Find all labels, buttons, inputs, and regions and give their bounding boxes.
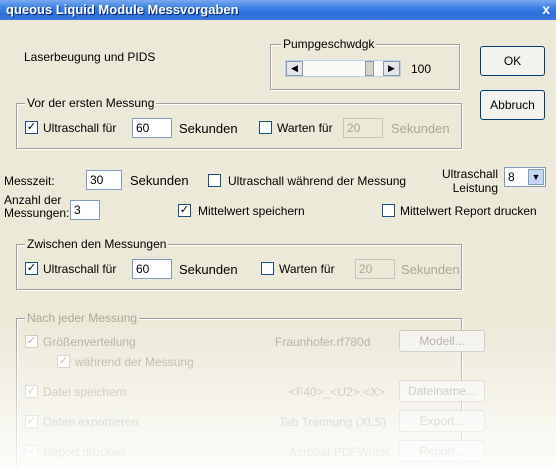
export-format: Tab Trennung (XLS) — [279, 415, 387, 429]
save-file-pattern: <F40>_<U2>.<X> — [289, 385, 386, 399]
ultrasound-before-label: Ultraschall für — [43, 121, 117, 135]
before-group-legend: Vor der ersten Messung — [25, 96, 157, 110]
measure-time-unit: Sekunden — [130, 173, 189, 188]
mean-save-checkbox[interactable]: ✓ — [178, 204, 191, 217]
scroll-right-icon[interactable]: ▶ — [383, 61, 400, 76]
before-first-measurement-group: Vor der ersten Messung ✓ Ultraschall für… — [16, 96, 462, 149]
wait-before-checkbox[interactable] — [259, 121, 272, 134]
between-group-legend: Zwischen den Messungen — [25, 237, 169, 251]
ultrasound-before-seconds-input[interactable]: 60 — [132, 118, 172, 138]
size-distribution-checkbox[interactable]: ✓ — [25, 335, 38, 348]
export-data-checkbox[interactable]: ✓ — [25, 415, 38, 428]
pump-speed-group: Pumpgeschwdgk ◀ ▶ 100 — [270, 37, 460, 90]
measurement-settings-dialog: queous Liquid Module Messvorgaben x Lase… — [0, 0, 556, 468]
print-report-label: Report drucken — [43, 445, 126, 459]
during-measurement-label: während der Messung — [75, 355, 194, 369]
export-data-label: Daten exportieren — [43, 415, 139, 429]
wait-before-seconds-input[interactable]: 20 — [343, 118, 383, 138]
scroll-left-icon[interactable]: ◀ — [286, 61, 303, 76]
size-distribution-label: Größenverteilung — [43, 335, 136, 349]
pump-speed-slider[interactable]: ◀ ▶ — [285, 60, 401, 77]
measure-count-label: Anzahl der Messungen: — [4, 193, 70, 220]
ultrasound-between-label: Ultraschall für — [43, 262, 117, 276]
during-measurement-checkbox[interactable]: ✓ — [57, 355, 70, 368]
chevron-down-icon[interactable]: ▼ — [528, 169, 544, 185]
size-model-name: Fraunhofer.rf780d — [275, 335, 371, 349]
pump-speed-label: Pumpgeschwdgk — [281, 37, 377, 51]
measure-time-input[interactable]: 30 — [86, 170, 122, 190]
ultrasound-power-label: Ultraschall Leistung — [441, 167, 498, 195]
print-report-checkbox[interactable]: ✓ — [25, 445, 38, 458]
window-title: queous Liquid Module Messvorgaben — [6, 2, 239, 17]
save-file-checkbox[interactable]: ✓ — [25, 385, 38, 398]
ultrasound-between-checkbox[interactable]: ✓ — [25, 262, 38, 275]
export-button[interactable]: Export... — [399, 410, 485, 432]
ultrasound-before-unit: Sekunden — [179, 121, 238, 136]
wait-between-checkbox[interactable] — [261, 262, 274, 275]
ultrasound-during-checkbox[interactable] — [208, 174, 221, 187]
ultrasound-power-select[interactable]: 8 ▼ — [504, 167, 546, 187]
wait-before-unit: Sekunden — [391, 121, 450, 136]
after-each-measurement-group: Nach jeder Messung ✓ Größenverteilung Fr… — [16, 311, 485, 468]
model-button[interactable]: Modell... — [399, 330, 485, 352]
ultrasound-between-unit: Sekunden — [179, 262, 238, 277]
close-icon[interactable]: x — [542, 1, 550, 17]
mean-save-label: Mittelwert speichern — [198, 204, 305, 218]
measure-count-input[interactable]: 3 — [70, 200, 100, 220]
mean-report-label: Mittelwert Report drucken — [400, 204, 537, 218]
after-group-legend: Nach jeder Messung — [25, 311, 140, 325]
pump-speed-value: 100 — [411, 62, 432, 76]
measure-time-label: Messzeit: — [4, 174, 55, 188]
wait-before-label: Warten für — [277, 121, 333, 135]
ok-button[interactable]: OK — [480, 46, 545, 76]
report-button[interactable]: Report... — [399, 440, 485, 462]
slider-thumb[interactable] — [365, 61, 375, 76]
method-label: Laserbeugung und PIDS — [24, 50, 156, 64]
wait-between-unit: Sekunden — [401, 262, 460, 277]
wait-between-label: Warten für — [279, 262, 335, 276]
ultrasound-between-seconds-input[interactable]: 60 — [132, 259, 172, 279]
cancel-button[interactable]: Abbruch — [480, 90, 545, 120]
mean-report-checkbox[interactable] — [382, 204, 395, 217]
filename-button[interactable]: Dateiname... — [399, 380, 485, 402]
title-bar[interactable]: queous Liquid Module Messvorgaben x — [0, 0, 556, 20]
ultrasound-before-checkbox[interactable]: ✓ — [25, 121, 38, 134]
ultrasound-during-label: Ultraschall während der Messung — [228, 174, 407, 188]
printer-name: Acrobat PDFWriter — [289, 445, 390, 459]
wait-between-seconds-input[interactable]: 20 — [355, 259, 395, 279]
between-measurements-group: Zwischen den Messungen ✓ Ultraschall für… — [16, 237, 462, 290]
save-file-label: Datei speichern — [43, 385, 127, 399]
